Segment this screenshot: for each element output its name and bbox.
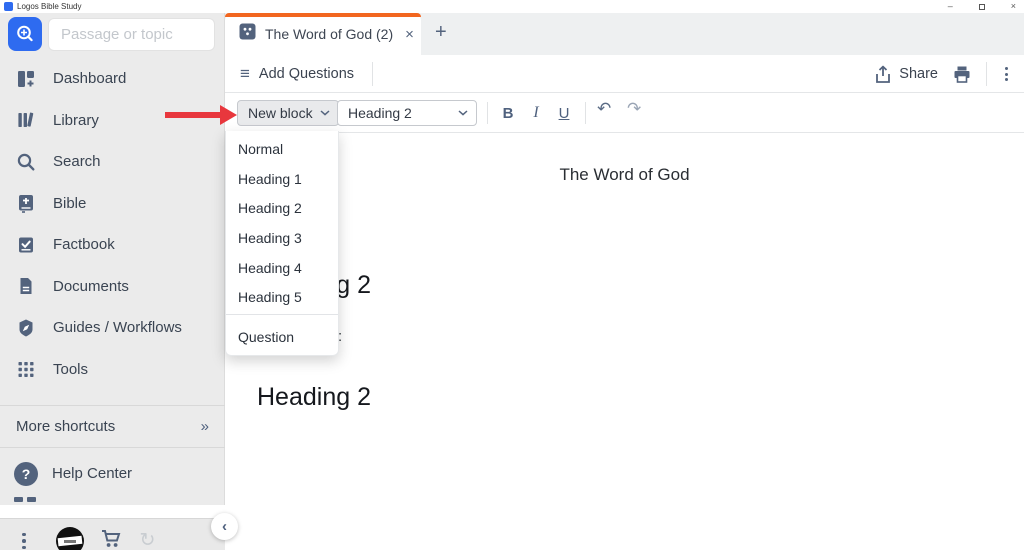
menu-item-heading-1[interactable]: Heading 1 xyxy=(226,164,338,194)
documents-icon xyxy=(15,275,37,297)
menu-item-heading-3[interactable]: Heading 3 xyxy=(226,223,338,253)
menu-item-normal[interactable]: Normal xyxy=(226,134,338,164)
window-title: Logos Bible Study xyxy=(17,2,82,11)
main-panel: The Word of God (2) × + ≡ Add Questions … xyxy=(225,13,1024,550)
sidebar-item-label: Dashboard xyxy=(53,70,127,88)
maximize-button[interactable] xyxy=(978,3,985,10)
search-input[interactable] xyxy=(48,18,215,51)
collapse-sidebar-button[interactable]: ‹ xyxy=(211,513,238,540)
format-bar: New block Heading 2 B I U ↶ ↷ xyxy=(225,93,1024,133)
minimize-button[interactable]: – xyxy=(948,0,953,13)
printer-icon xyxy=(954,66,970,83)
bold-button[interactable]: B xyxy=(495,100,521,126)
tab-close-icon[interactable]: × xyxy=(405,26,414,43)
more-shortcuts-button[interactable]: More shortcuts » xyxy=(0,406,225,447)
sidebar: Dashboard Library Search Bible xyxy=(0,13,225,550)
sidebar-item-documents[interactable]: Documents xyxy=(0,266,225,308)
sidebar-item-guides-workflows[interactable]: Guides / Workflows xyxy=(0,307,225,349)
tools-icon xyxy=(15,358,37,380)
sidebar-bottom-bar: ↻ xyxy=(0,518,225,550)
document-title: The Word of God xyxy=(559,165,690,184)
search-icon xyxy=(15,151,37,173)
close-button[interactable]: × xyxy=(1011,0,1016,13)
divider xyxy=(372,62,373,86)
chevron-left-icon: ‹ xyxy=(222,518,227,535)
new-block-label: New block xyxy=(248,105,313,121)
clipped-sidebar-icon xyxy=(14,497,36,502)
active-tab-accent xyxy=(225,13,421,17)
redo-button[interactable]: ↷ xyxy=(627,99,641,119)
menu-item-heading-2[interactable]: Heading 2 xyxy=(226,193,338,223)
divider xyxy=(986,62,987,86)
divider xyxy=(487,102,488,124)
account-logo[interactable] xyxy=(55,527,84,550)
share-label: Share xyxy=(899,66,938,82)
sync-icon[interactable]: ↻ xyxy=(140,531,156,550)
sidebar-item-label: Documents xyxy=(53,277,129,295)
paragraph-style-select[interactable]: Heading 2 xyxy=(337,100,477,126)
guides-icon xyxy=(15,317,37,339)
more-shortcuts-label: More shortcuts xyxy=(16,418,116,435)
undo-button[interactable]: ↶ xyxy=(597,99,611,119)
italic-button[interactable]: I xyxy=(523,100,549,126)
new-block-button[interactable]: New block xyxy=(237,100,339,126)
overflow-menu-icon[interactable] xyxy=(22,532,26,550)
bible-icon xyxy=(15,192,37,214)
app-window: Logos Bible Study – × Dashboa xyxy=(0,0,1024,550)
sidebar-item-dashboard[interactable]: Dashboard xyxy=(0,58,225,100)
print-button[interactable] xyxy=(952,65,972,84)
hamburger-menu-icon: ≡ xyxy=(240,64,250,83)
chevron-down-icon xyxy=(458,110,468,116)
app-logo-icon xyxy=(4,2,13,11)
sidebar-item-label: Bible xyxy=(53,194,87,212)
sidebar-item-search[interactable]: Search xyxy=(0,141,225,183)
titlebar: Logos Bible Study – × xyxy=(0,0,1024,13)
help-center-label: Help Center xyxy=(52,465,133,482)
share-icon xyxy=(876,65,891,83)
dashboard-icon xyxy=(15,68,37,90)
library-icon xyxy=(15,109,37,131)
document-heading: Heading 2 xyxy=(257,383,371,411)
sidebar-nav: Dashboard Library Search Bible Factbook … xyxy=(0,58,225,390)
sidebar-item-tools[interactable]: Tools xyxy=(0,349,225,391)
add-questions-label: Add Questions xyxy=(258,66,355,82)
chevron-down-icon xyxy=(320,110,330,116)
sidebar-item-bible[interactable]: Bible xyxy=(0,183,225,225)
style-select-value: Heading 2 xyxy=(348,105,412,121)
tab-title: The Word of God (2) xyxy=(265,26,394,42)
new-block-menu: Normal Heading 1 Heading 2 Heading 3 Hea… xyxy=(225,131,339,357)
divider xyxy=(585,102,586,124)
sidebar-item-label: Guides / Workflows xyxy=(53,319,182,337)
sidebar-item-factbook[interactable]: Factbook xyxy=(0,224,225,266)
magnifier-cross-icon xyxy=(17,25,33,42)
menu-item-heading-5[interactable]: Heading 5 xyxy=(226,282,338,312)
menu-separator xyxy=(226,314,338,316)
logos-app-icon[interactable] xyxy=(8,17,42,51)
help-center-button[interactable]: ? Help Center xyxy=(0,453,225,494)
share-button[interactable]: Share xyxy=(874,65,938,84)
sidebar-item-label: Library xyxy=(53,111,99,129)
question-mark-icon: ? xyxy=(14,461,38,486)
menu-item-question[interactable]: Question xyxy=(226,319,338,355)
sidebar-item-label: Search xyxy=(53,153,101,171)
factbook-icon xyxy=(15,234,37,256)
document-canvas[interactable]: The Word of God Heading 2 : Heading 2 xyxy=(225,134,1024,550)
underline-button[interactable]: U xyxy=(551,100,577,126)
menu-item-heading-4[interactable]: Heading 4 xyxy=(226,253,338,283)
add-questions-button[interactable]: ≡ Add Questions xyxy=(240,55,354,93)
tab-bar: The Word of God (2) × + xyxy=(225,13,1024,55)
document-toolbar: ≡ Add Questions Share xyxy=(225,55,1024,93)
tab-the-word-of-god[interactable]: The Word of God (2) × xyxy=(225,13,421,55)
panel-menu-icon[interactable] xyxy=(1001,67,1012,81)
sidebar-item-label: Factbook xyxy=(53,236,115,254)
document-tab-icon xyxy=(239,23,256,45)
new-tab-button[interactable]: + xyxy=(435,21,447,44)
cart-icon[interactable] xyxy=(100,528,124,550)
sidebar-item-library[interactable]: Library xyxy=(0,100,225,142)
divider xyxy=(0,447,225,448)
double-chevron-right-icon: » xyxy=(200,418,209,435)
sidebar-item-label: Tools xyxy=(53,360,89,378)
